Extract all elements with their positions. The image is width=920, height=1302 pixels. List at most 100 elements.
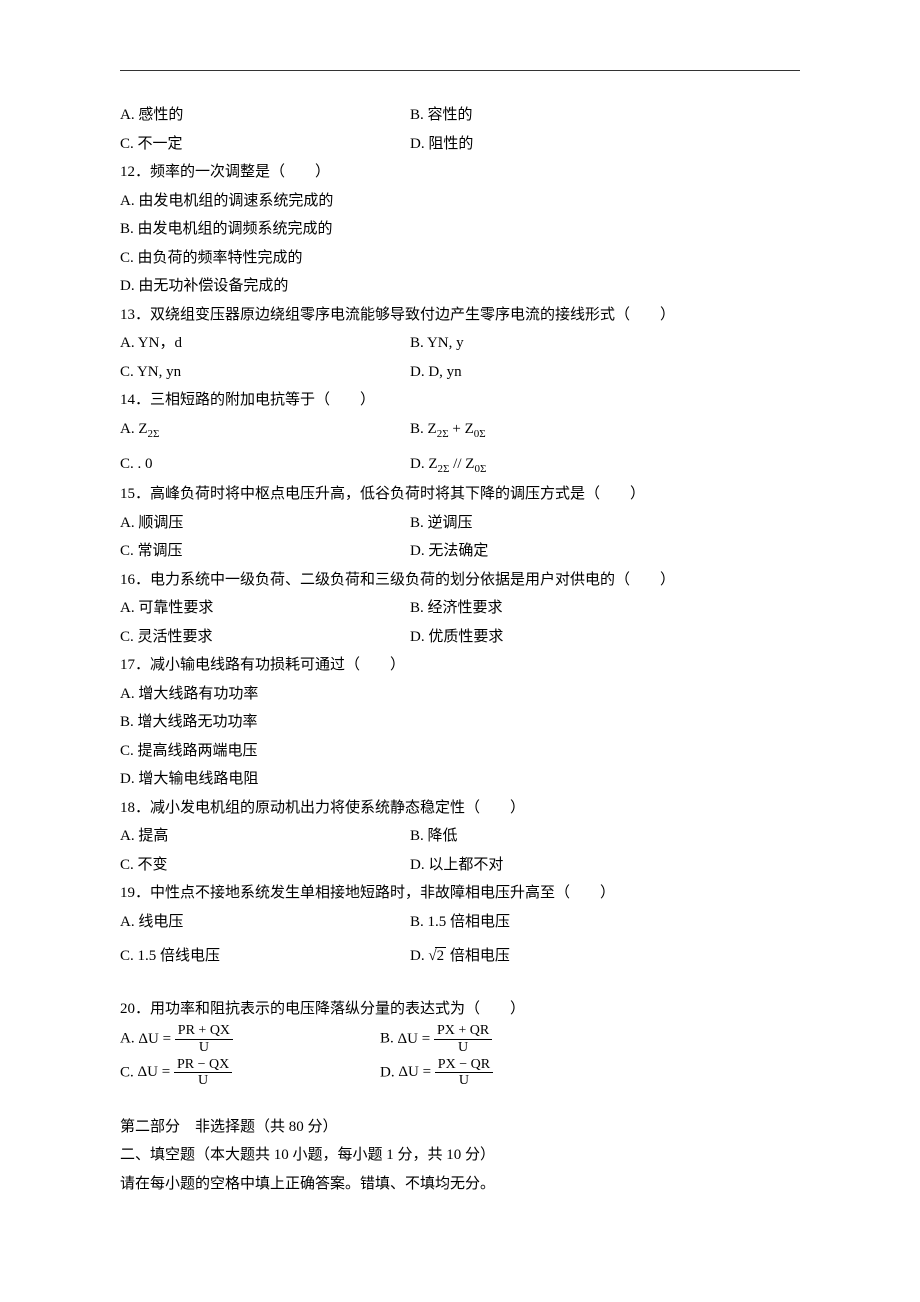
q20-b-eq: ΔU = PX + QRU: [398, 1031, 493, 1047]
q13-option-row-1: A. YN，d B. YN, y: [120, 329, 800, 358]
q14-option-row-1: A. Z2Σ B. Z2Σ + Z0Σ: [120, 415, 800, 445]
q19-d-tail: 倍相电压: [446, 948, 510, 964]
q17-opt-c: C. 提高线路两端电压: [120, 737, 800, 766]
q14-b-math: Z2Σ + Z0Σ: [428, 421, 486, 437]
q16-stem: 16．电力系统中一级负荷、二级负荷和三级负荷的划分依据是用户对供电的（ ）: [120, 566, 800, 595]
option-c: C. 不一定: [120, 130, 410, 159]
math-base: Z: [428, 421, 437, 437]
q16-option-row-1: A. 可靠性要求 B. 经济性要求: [120, 594, 800, 623]
du: ΔU =: [138, 1064, 174, 1080]
denominator: U: [175, 1040, 233, 1055]
q16-option-row-2: C. 灵活性要求 D. 优质性要求: [120, 623, 800, 652]
q18-opt-d: D. 以上都不对: [410, 851, 800, 880]
q19-opt-b: B. 1.5 倍相电压: [410, 908, 800, 937]
exam-page: A. 感性的 B. 容性的 C. 不一定 D. 阻性的 12．频率的一次调整是（…: [0, 0, 920, 1302]
q14-a-math: Z2Σ: [138, 421, 159, 437]
q13-option-row-2: C. YN, yn D. D, yn: [120, 358, 800, 387]
q19-stem: 19．中性点不接地系统发生单相接地短路时，非故障相电压升高至（ ）: [120, 879, 800, 908]
q14-stem: 14．三相短路的附加电抗等于（ ）: [120, 386, 800, 415]
denominator: U: [174, 1073, 232, 1088]
numerator: PR − QX: [174, 1057, 232, 1073]
q12-stem: 12．频率的一次调整是（ ）: [120, 158, 800, 187]
numerator: PX + QR: [434, 1023, 492, 1039]
radicand: 2: [435, 947, 447, 964]
q20-opt-b: B. ΔU = PX + QRU: [380, 1023, 492, 1055]
q14-d-math: Z2Σ // Z0Σ: [428, 456, 486, 472]
q20-c-eq: ΔU = PR − QXU: [138, 1064, 233, 1080]
q11-option-row-1: A. 感性的 B. 容性的: [120, 101, 800, 130]
du: ΔU =: [398, 1031, 434, 1047]
math-sub: 2Σ: [148, 428, 160, 440]
q15-opt-d: D. 无法确定: [410, 537, 800, 566]
q20-c-label: C.: [120, 1064, 134, 1080]
page-top-rule: [120, 70, 800, 71]
q14-b-label: B.: [410, 421, 424, 437]
math-sub: 0Σ: [474, 428, 486, 440]
q20-option-row-1: A. ΔU = PR + QXU B. ΔU = PX + QRU: [120, 1023, 800, 1055]
math-sub: 0Σ: [474, 463, 486, 475]
q16-opt-c: C. 灵活性要求: [120, 623, 410, 652]
q20-opt-c: C. ΔU = PR − QXU: [120, 1057, 380, 1089]
q17-opt-a: A. 增大线路有功功率: [120, 680, 800, 709]
q18-stem: 18．减小发电机组的原动机出力将使系统静态稳定性（ ）: [120, 794, 800, 823]
q20-b-label: B.: [380, 1031, 394, 1047]
denominator: U: [434, 1040, 492, 1055]
fraction: PX − QRU: [435, 1057, 493, 1089]
q15-stem: 15．高峰负荷时将中枢点电压升高，低谷负荷时将其下降的调压方式是（ ）: [120, 480, 800, 509]
q19-d-label: D.: [410, 948, 428, 964]
q12-opt-c: C. 由负荷的频率特性完成的: [120, 244, 800, 273]
fraction: PR + QXU: [175, 1023, 233, 1055]
q12-opt-b: B. 由发电机组的调频系统完成的: [120, 215, 800, 244]
q15-opt-b: B. 逆调压: [410, 509, 800, 538]
q15-option-row-2: C. 常调压 D. 无法确定: [120, 537, 800, 566]
option-d: D. 阻性的: [410, 130, 800, 159]
denominator: U: [435, 1073, 493, 1088]
du: ΔU =: [138, 1031, 174, 1047]
option-a: A. 感性的: [120, 101, 410, 130]
fraction: PR − QXU: [174, 1057, 232, 1089]
q11-option-row-2: C. 不一定 D. 阻性的: [120, 130, 800, 159]
q20-opt-a: A. ΔU = PR + QXU: [120, 1023, 380, 1055]
q19-opt-d: D. √2 倍相电压: [410, 942, 800, 971]
q14-opt-a: A. Z2Σ: [120, 415, 410, 445]
gap: [120, 1089, 800, 1113]
numerator: PR + QX: [175, 1023, 233, 1039]
q13-opt-c: C. YN, yn: [120, 358, 410, 387]
q18-opt-c: C. 不变: [120, 851, 410, 880]
q19-option-row-2: C. 1.5 倍线电压 D. √2 倍相电压: [120, 942, 800, 971]
q19-option-row-1: A. 线电压 B. 1.5 倍相电压: [120, 908, 800, 937]
q18-opt-b: B. 降低: [410, 822, 800, 851]
q18-option-row-2: C. 不变 D. 以上都不对: [120, 851, 800, 880]
numerator: PX − QR: [435, 1057, 493, 1073]
q14-opt-c: C. . 0: [120, 450, 410, 480]
q15-opt-a: A. 顺调压: [120, 509, 410, 538]
q13-stem: 13．双绕组变压器原边绕组零序电流能够导致付边产生零序电流的接线形式（ ）: [120, 301, 800, 330]
q20-option-row-2: C. ΔU = PR − QXU D. ΔU = PX − QRU: [120, 1057, 800, 1089]
q14-d-label: D.: [410, 456, 425, 472]
q19-opt-c: C. 1.5 倍线电压: [120, 942, 410, 971]
q14-option-row-2: C. . 0 D. Z2Σ // Z0Σ: [120, 450, 800, 480]
gap: [120, 971, 800, 995]
du: ΔU =: [398, 1064, 434, 1080]
q17-opt-b: B. 增大线路无功功率: [120, 708, 800, 737]
math-base: Z: [465, 421, 474, 437]
q19-opt-a: A. 线电压: [120, 908, 410, 937]
q16-opt-b: B. 经济性要求: [410, 594, 800, 623]
option-b: B. 容性的: [410, 101, 800, 130]
math-sub: 2Σ: [438, 463, 450, 475]
fraction: PX + QRU: [434, 1023, 492, 1055]
math-sub: 2Σ: [437, 428, 449, 440]
q16-opt-d: D. 优质性要求: [410, 623, 800, 652]
q17-opt-d: D. 增大输电线路电阻: [120, 765, 800, 794]
q12-opt-a: A. 由发电机组的调速系统完成的: [120, 187, 800, 216]
q15-option-row-1: A. 顺调压 B. 逆调压: [120, 509, 800, 538]
q14-opt-d: D. Z2Σ // Z0Σ: [410, 450, 800, 480]
q20-stem: 20．用功率和阻抗表示的电压降落纵分量的表达式为（ ）: [120, 995, 800, 1024]
q14-opt-b: B. Z2Σ + Z0Σ: [410, 415, 800, 445]
q20-a-eq: ΔU = PR + QXU: [138, 1031, 233, 1047]
sqrt-expr: √2: [428, 942, 446, 971]
q13-opt-a: A. YN，d: [120, 329, 410, 358]
q17-stem: 17．减小输电线路有功损耗可通过（ ）: [120, 651, 800, 680]
part2-header: 第二部分 非选择题（共 80 分）: [120, 1113, 800, 1142]
fill-blank-header: 二、填空题（本大题共 10 小题，每小题 1 分，共 10 分）: [120, 1141, 800, 1170]
